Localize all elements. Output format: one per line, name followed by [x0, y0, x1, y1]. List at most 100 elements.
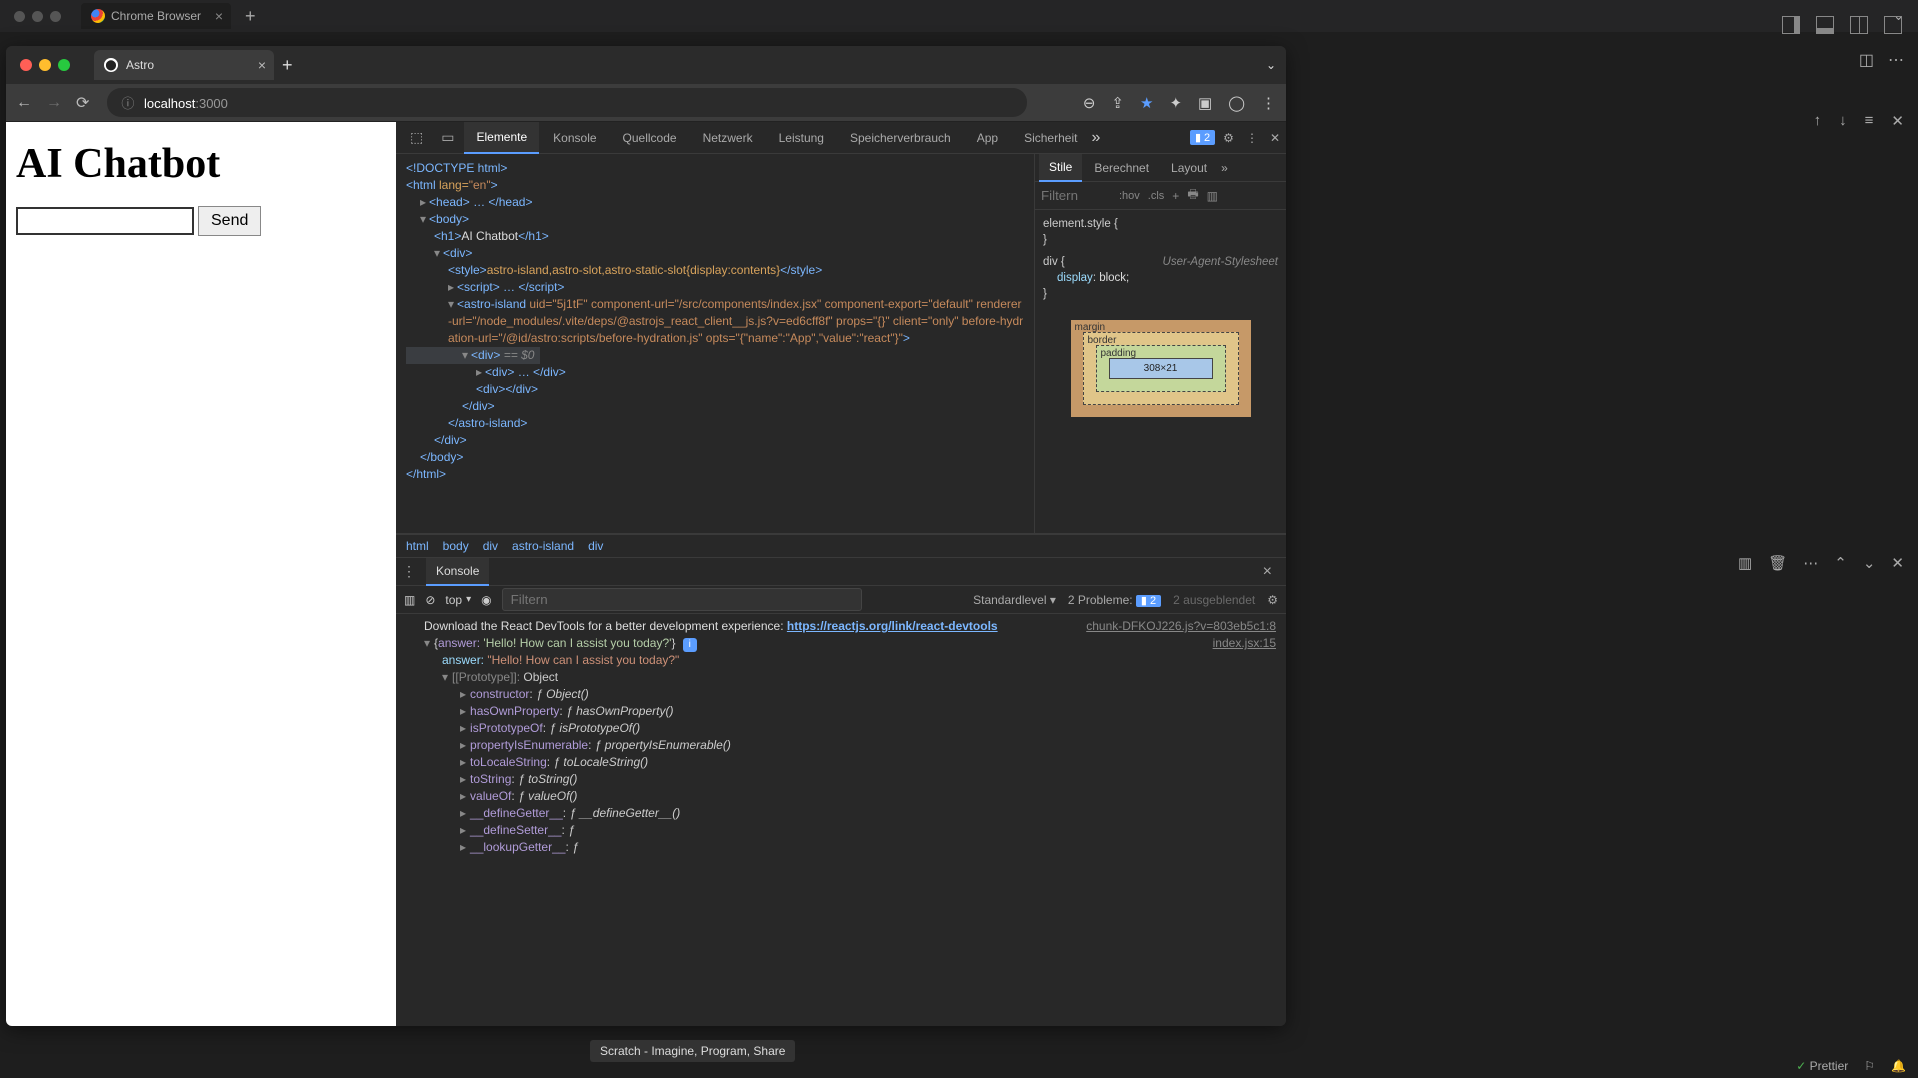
tab-performance[interactable]: Leistung	[767, 123, 836, 153]
status-prettier[interactable]: ✓ Prettier	[1796, 1059, 1848, 1073]
prototype-method[interactable]: ▸__defineGetter__: ƒ __defineGetter__()	[406, 805, 1276, 822]
tab-computed[interactable]: Berechnet	[1084, 155, 1159, 181]
device-icon[interactable]: ▭	[433, 123, 462, 152]
more-icon[interactable]: ⋯	[1888, 50, 1904, 70]
reload-icon[interactable]: ⟳	[76, 93, 89, 113]
share-icon[interactable]: ⇪	[1111, 94, 1124, 112]
hov-toggle[interactable]: :hov	[1119, 190, 1140, 202]
prototype-method[interactable]: ▸valueOf: ƒ valueOf()	[406, 788, 1276, 805]
gear-icon[interactable]: ⚙	[1223, 131, 1234, 145]
prototype-method[interactable]: ▸__defineSetter__: ƒ	[406, 822, 1276, 839]
breadcrumb-item[interactable]: div	[588, 539, 603, 553]
prototype-method[interactable]: ▸hasOwnProperty: ƒ hasOwnProperty()	[406, 703, 1276, 720]
breadcrumb-item[interactable]: body	[443, 539, 469, 553]
split-icon[interactable]: ◫	[1859, 50, 1874, 70]
tab-console[interactable]: Konsole	[541, 123, 608, 153]
more-tabs-icon[interactable]: »	[1221, 161, 1228, 175]
tab-styles[interactable]: Stile	[1039, 154, 1082, 182]
maximize-window-icon[interactable]	[58, 59, 70, 71]
extensions-icon[interactable]: ✦	[1169, 94, 1182, 112]
vscode-tab-chrome[interactable]: Chrome Browser ×	[81, 3, 231, 29]
tab-list-icon[interactable]: ⌄	[1266, 58, 1276, 72]
hidden-label[interactable]: 2 ausgeblendet	[1173, 593, 1255, 607]
chrome-tab-astro[interactable]: ⬤ Astro ×	[94, 50, 274, 80]
devtools-link[interactable]: https://reactjs.org/link/react-devtools	[787, 619, 998, 633]
problems-label[interactable]: 2 Probleme: ▮ 2	[1068, 593, 1161, 607]
close-icon[interactable]: ✕	[1891, 554, 1904, 572]
send-button[interactable]: Send	[198, 206, 261, 236]
prototype-method[interactable]: ▸constructor: ƒ Object()	[406, 686, 1276, 703]
tab-security[interactable]: Sicherheit	[1012, 123, 1089, 153]
styles-filter-input[interactable]	[1041, 188, 1111, 203]
styles-rules[interactable]: element.style { } div {User-Agent-Styles…	[1035, 210, 1286, 308]
feedback-icon[interactable]: ⚐	[1864, 1059, 1875, 1073]
drawer-tab-console[interactable]: Konsole	[426, 558, 489, 586]
new-tab-button[interactable]: +	[282, 55, 293, 76]
menu-icon[interactable]: ⋮	[1246, 131, 1258, 145]
gear-icon[interactable]: ⚙	[1267, 593, 1278, 607]
more-tabs-icon[interactable]: »	[1091, 129, 1100, 147]
bookmark-icon[interactable]: ★	[1140, 94, 1153, 112]
prototype-method[interactable]: ▸__lookupGetter__: ƒ	[406, 839, 1276, 856]
print-icon[interactable]: 🖶	[1187, 185, 1198, 206]
new-tab-button[interactable]: +	[245, 6, 256, 27]
issues-badge[interactable]: ▮ 2	[1190, 130, 1215, 145]
layout-icon[interactable]	[1816, 16, 1834, 34]
down-arrow-icon[interactable]: ↓	[1839, 112, 1847, 130]
close-icon[interactable]: ✕	[1891, 112, 1904, 130]
close-icon[interactable]: ×	[258, 57, 266, 73]
selected-node[interactable]: ▾<div> == $0	[406, 347, 540, 364]
panel-icon[interactable]: ▥	[1207, 189, 1218, 203]
console-output[interactable]: chunk-DFKOJ226.js?v=803eb5c1:8 Download …	[396, 614, 1286, 1026]
trash-icon[interactable]: 🗑	[1768, 554, 1787, 572]
tab-sources[interactable]: Quellcode	[611, 123, 689, 153]
level-selector[interactable]: Standardlevel ▾	[973, 593, 1056, 607]
info-icon[interactable]: i	[683, 638, 697, 652]
up-arrow-icon[interactable]: ↑	[1814, 112, 1822, 130]
breadcrumb-item[interactable]: astro-island	[512, 539, 574, 553]
drawer-menu-icon[interactable]: ⋮	[402, 563, 416, 580]
close-icon[interactable]: ×	[215, 8, 223, 24]
chat-input[interactable]	[16, 207, 194, 235]
sidebar-toggle-icon[interactable]: ▥	[404, 593, 415, 607]
context-selector[interactable]: top ▾	[445, 593, 471, 607]
panel-icon[interactable]: ▣	[1198, 94, 1212, 112]
prototype-method[interactable]: ▸toString: ƒ toString()	[406, 771, 1276, 788]
tab-layout[interactable]: Layout	[1161, 155, 1217, 181]
breadcrumb-item[interactable]: div	[483, 539, 498, 553]
profile-icon[interactable]: ◯	[1228, 94, 1245, 112]
breadcrumb-item[interactable]: html	[406, 539, 429, 553]
close-icon[interactable]: ✕	[1270, 131, 1280, 145]
close-icon[interactable]: ×	[1255, 559, 1280, 585]
clear-console-icon[interactable]: ⊘	[425, 593, 435, 607]
forward-icon[interactable]: →	[46, 94, 62, 112]
back-icon[interactable]: ←	[16, 94, 32, 112]
cls-toggle[interactable]: .cls	[1148, 190, 1165, 202]
layout-icon[interactable]	[1782, 16, 1800, 34]
address-bar[interactable]: ⓘ localhost:3000	[107, 88, 1027, 117]
tab-application[interactable]: App	[965, 123, 1010, 153]
tab-memory[interactable]: Speicherverbrauch	[838, 123, 963, 153]
add-rule-icon[interactable]: +	[1172, 189, 1179, 203]
source-ref[interactable]: chunk-DFKOJ226.js?v=803eb5c1:8	[1086, 618, 1276, 635]
bell-icon[interactable]: 🔔	[1891, 1059, 1906, 1073]
eye-icon[interactable]: ◉	[481, 593, 491, 607]
layout-icon[interactable]	[1884, 16, 1902, 34]
prototype-method[interactable]: ▸isPrototypeOf: ƒ isPrototypeOf()	[406, 720, 1276, 737]
panel-icon[interactable]: ▥	[1738, 554, 1752, 572]
menu-icon[interactable]: ≡	[1865, 112, 1874, 130]
inspect-icon[interactable]: ⬚	[402, 123, 431, 152]
dom-tree[interactable]: <!DOCTYPE html> <html lang="en"> ▸<head>…	[396, 154, 1034, 533]
layout-icon[interactable]	[1850, 16, 1868, 34]
prototype-method[interactable]: ▸toLocaleString: ƒ toLocaleString()	[406, 754, 1276, 771]
close-window-icon[interactable]	[20, 59, 32, 71]
more-icon[interactable]: ⋯	[1803, 554, 1818, 572]
source-ref[interactable]: index.jsx:15	[1213, 635, 1276, 652]
console-filter-input[interactable]	[502, 588, 862, 611]
zoom-icon[interactable]: ⊖	[1083, 94, 1096, 112]
tab-network[interactable]: Netzwerk	[691, 123, 765, 153]
minimize-window-icon[interactable]	[39, 59, 51, 71]
box-model[interactable]: margin border padding 308×21	[1071, 320, 1251, 417]
prototype-method[interactable]: ▸propertyIsEnumerable: ƒ propertyIsEnume…	[406, 737, 1276, 754]
chevron-up-icon[interactable]: ⌃	[1834, 554, 1847, 572]
